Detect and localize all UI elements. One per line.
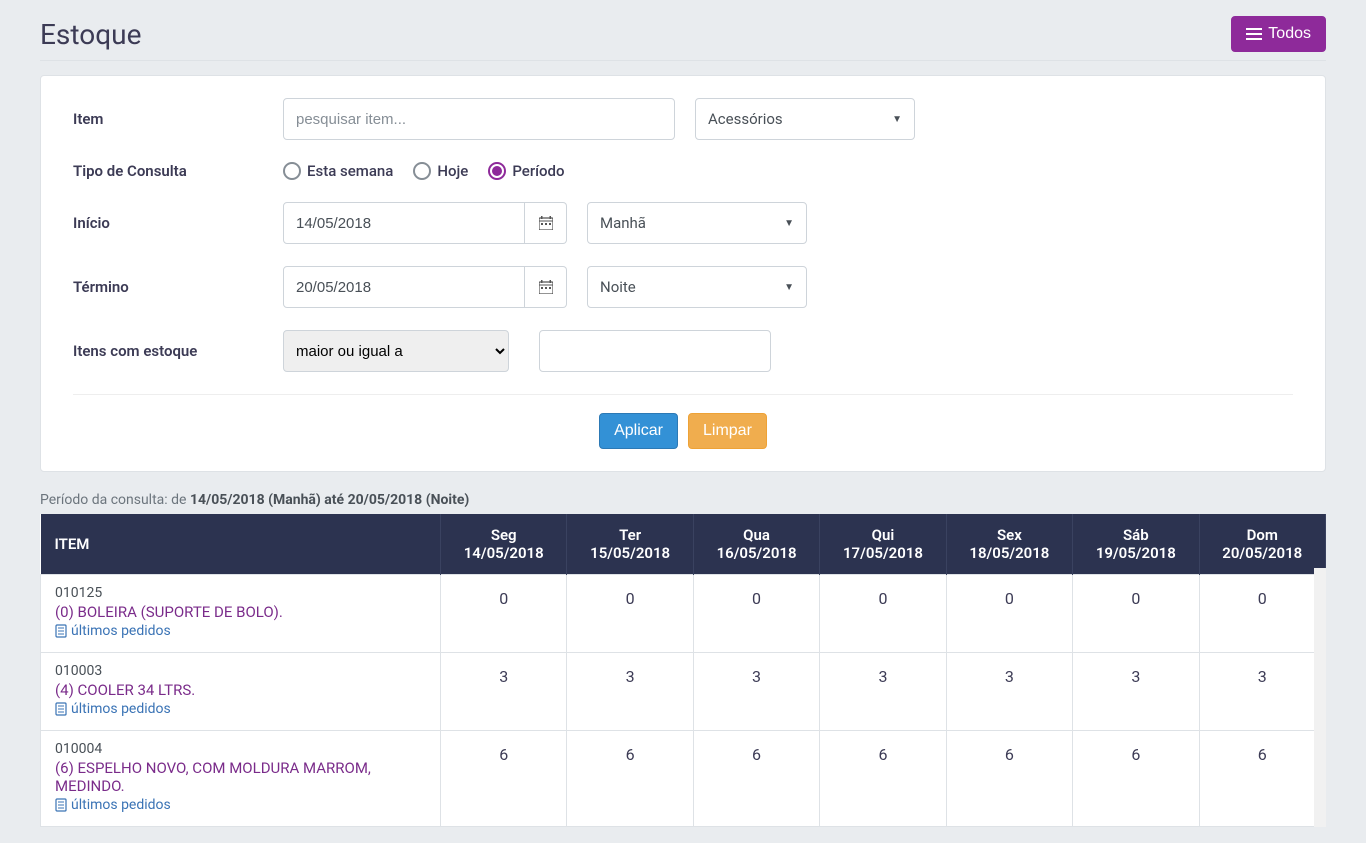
item-code: 010003 (55, 663, 102, 679)
category-selected-label: Acessórios (708, 110, 783, 128)
item-label: Item (73, 110, 283, 128)
stock-value-cell: 3 (820, 653, 946, 731)
radio-icon-checked (488, 162, 506, 180)
radio-icon (283, 162, 301, 180)
clear-button[interactable]: Limpar (688, 413, 767, 449)
stock-value-cell: 0 (1073, 575, 1199, 653)
radio-label: Hoje (437, 162, 468, 180)
calendar-icon (539, 216, 553, 230)
calendar-icon (539, 280, 553, 294)
radio-esta-semana[interactable]: Esta semana (283, 162, 393, 180)
item-code: 010004 (55, 741, 102, 757)
th-day: Sáb19/05/2018 (1073, 514, 1199, 575)
th-day: Dom20/05/2018 (1199, 514, 1325, 575)
estoque-label: Itens com estoque (73, 342, 283, 360)
th-day: Qua16/05/2018 (693, 514, 819, 575)
stock-value-cell: 6 (567, 731, 693, 827)
caret-down-icon: ▼ (784, 218, 794, 229)
table-row: 010003 (4) COOLER 34 LTRS. últimos pedido… (41, 653, 1326, 731)
item-code: 010125 (55, 585, 102, 601)
stock-table: ITEM Seg14/05/2018Ter15/05/2018Qua16/05/… (40, 514, 1326, 827)
todos-button[interactable]: Todos (1231, 16, 1326, 52)
last-orders-link[interactable]: últimos pedidos (55, 701, 171, 717)
stock-value-cell: 0 (946, 575, 1072, 653)
item-name-link[interactable]: (6) ESPELHO NOVO, COM MOLDURA MARROM, ME… (55, 759, 426, 795)
item-name-link[interactable]: (0) BOLEIRA (SUPORTE DE BOLO). (55, 603, 426, 621)
stock-value-cell: 3 (567, 653, 693, 731)
divider (73, 394, 1293, 395)
radio-periodo[interactable]: Período (488, 162, 564, 180)
stock-value-cell: 0 (820, 575, 946, 653)
stock-value-cell: 6 (820, 731, 946, 827)
th-item: ITEM (41, 514, 441, 575)
apply-button[interactable]: Aplicar (599, 413, 678, 449)
item-name-link[interactable]: (4) COOLER 34 LTRS. (55, 681, 426, 699)
stock-value-cell: 6 (1073, 731, 1199, 827)
stock-value-cell: 6 (693, 731, 819, 827)
item-cell: 010004 (6) ESPELHO NOVO, COM MOLDURA MARR… (41, 731, 441, 827)
last-orders-link[interactable]: últimos pedidos (55, 797, 171, 813)
inicio-period-select[interactable]: Manhã ▼ (587, 202, 807, 244)
document-icon (55, 798, 67, 812)
inicio-calendar-button[interactable] (525, 202, 567, 244)
category-select[interactable]: Acessórios ▼ (695, 98, 915, 140)
termino-date-input[interactable] (283, 266, 525, 308)
stock-value-cell: 3 (946, 653, 1072, 731)
radio-label: Esta semana (307, 162, 393, 180)
termino-period-label: Noite (600, 278, 636, 296)
scrollbar[interactable] (1314, 568, 1326, 827)
stock-value-cell: 0 (441, 575, 567, 653)
radio-icon (413, 162, 431, 180)
item-search-input[interactable] (283, 98, 675, 140)
termino-period-select[interactable]: Noite ▼ (587, 266, 807, 308)
stock-value-cell: 3 (1199, 653, 1325, 731)
filter-panel: Item Acessórios ▼ Tipo de Consulta Esta … (40, 75, 1326, 472)
document-icon (55, 702, 67, 716)
th-day: Sex18/05/2018 (946, 514, 1072, 575)
stock-value-cell: 0 (567, 575, 693, 653)
document-icon (55, 624, 67, 638)
stock-value-cell: 0 (1199, 575, 1325, 653)
inicio-period-label: Manhã (600, 214, 646, 232)
page-title: Estoque (40, 18, 141, 51)
th-day: Ter15/05/2018 (567, 514, 693, 575)
stock-value-cell: 6 (1199, 731, 1325, 827)
radio-label: Período (512, 162, 564, 180)
termino-label: Término (73, 278, 283, 296)
inicio-label: Início (73, 214, 283, 232)
table-row: 010004 (6) ESPELHO NOVO, COM MOLDURA MARR… (41, 731, 1326, 827)
th-day: Qui17/05/2018 (820, 514, 946, 575)
radio-hoje[interactable]: Hoje (413, 162, 468, 180)
stock-value-cell: 6 (441, 731, 567, 827)
estoque-condition-select[interactable]: maior ou igual a (283, 330, 509, 372)
estoque-value-input[interactable] (539, 330, 771, 372)
item-cell: 010003 (4) COOLER 34 LTRS. últimos pedido… (41, 653, 441, 731)
stock-value-cell: 6 (946, 731, 1072, 827)
tipo-consulta-label: Tipo de Consulta (73, 162, 283, 180)
stock-value-cell: 3 (1073, 653, 1199, 731)
tipo-consulta-radio-group: Esta semana Hoje Período (283, 162, 565, 180)
stock-value-cell: 0 (693, 575, 819, 653)
item-cell: 010125 (0) BOLEIRA (SUPORTE DE BOLO). últ… (41, 575, 441, 653)
stock-value-cell: 3 (441, 653, 567, 731)
caret-down-icon: ▼ (784, 282, 794, 293)
query-summary: Período da consulta: de 14/05/2018 (Manh… (40, 492, 1326, 508)
todos-button-label: Todos (1268, 25, 1311, 43)
inicio-date-input[interactable] (283, 202, 525, 244)
last-orders-link[interactable]: últimos pedidos (55, 623, 171, 639)
stock-value-cell: 3 (693, 653, 819, 731)
table-row: 010125 (0) BOLEIRA (SUPORTE DE BOLO). últ… (41, 575, 1326, 653)
caret-down-icon: ▼ (892, 114, 902, 125)
termino-calendar-button[interactable] (525, 266, 567, 308)
th-day: Seg14/05/2018 (441, 514, 567, 575)
hamburger-icon (1246, 28, 1262, 40)
